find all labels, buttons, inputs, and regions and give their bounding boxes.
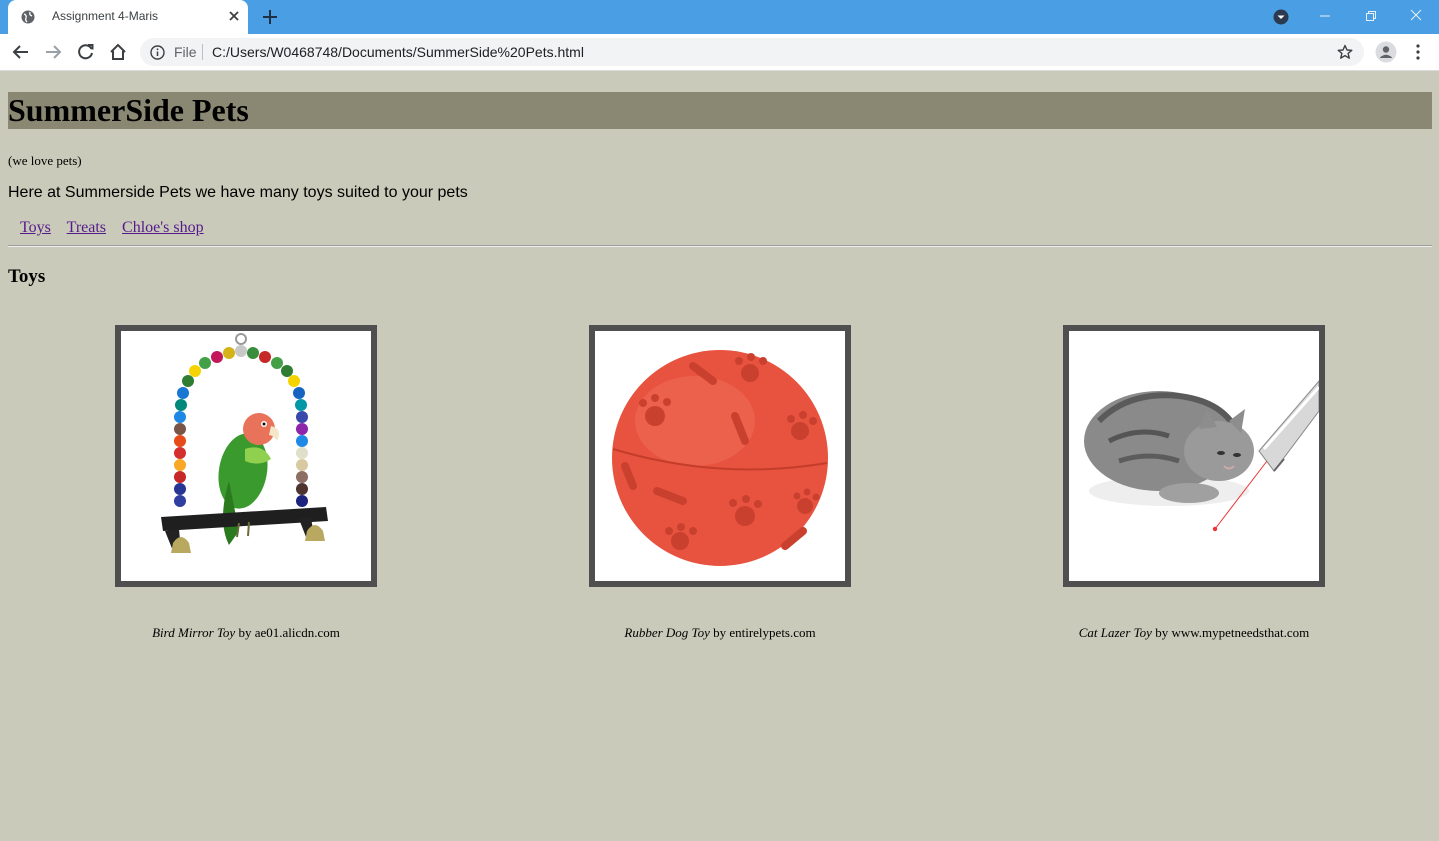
product-name: Rubber Dog Toy — [624, 625, 710, 640]
product-image-cat-toy — [1063, 325, 1325, 587]
close-tab-icon[interactable] — [226, 8, 242, 24]
more-menu-icon[interactable] — [1413, 43, 1423, 61]
tagline: (we love pets) — [8, 153, 82, 168]
account-icon[interactable] — [1375, 41, 1397, 63]
file-scheme-label: File — [174, 44, 197, 60]
product-image-dog-toy — [589, 325, 851, 587]
info-icon[interactable] — [150, 45, 165, 60]
product-image-bird-toy — [115, 325, 377, 587]
section-title: Toys — [8, 266, 46, 287]
tab-title: Assignment 4-Maris — [52, 9, 159, 23]
window-close-icon[interactable] — [1409, 8, 1423, 22]
nav-link-treats[interactable]: Treats — [67, 219, 106, 236]
globe-icon — [21, 10, 35, 24]
tab-search-icon[interactable] — [1273, 9, 1289, 25]
parrot-swing-image — [121, 331, 371, 581]
address-separator — [202, 44, 203, 60]
nav-link-toys[interactable]: Toys — [20, 219, 51, 236]
url-text[interactable]: C:/Users/W0468748/Documents/SummerSide%2… — [212, 44, 584, 60]
product-source: www.mypetneedsthat.com — [1171, 625, 1310, 640]
by-label: by — [238, 625, 252, 640]
browser-toolbar: File C:/Users/W0468748/Documents/SummerS… — [0, 34, 1439, 71]
horizontal-rule — [8, 245, 1432, 247]
restore-icon[interactable] — [1364, 9, 1378, 23]
page-header: SummerSide Pets — [8, 92, 1432, 129]
cat-laser-image — [1069, 331, 1319, 581]
bookmark-star-icon[interactable] — [1337, 44, 1353, 60]
forward-arrow-icon[interactable] — [44, 43, 62, 61]
address-bar[interactable]: File C:/Users/W0468748/Documents/SummerS… — [140, 38, 1364, 66]
browser-tab-strip: Assignment 4-Maris — [0, 0, 1439, 34]
caption-dog-toy: Rubber Dog Toy by entirelypets.com — [570, 625, 870, 641]
page-content: SummerSide Pets (we love pets) Here at S… — [0, 71, 1439, 841]
minimize-icon[interactable] — [1318, 9, 1332, 23]
product-source: ae01.alicdn.com — [254, 625, 340, 640]
caption-bird-toy: Bird Mirror Toy by ae01.alicdn.com — [96, 625, 396, 641]
site-nav: Toys Treats Chloe's shop — [20, 219, 216, 237]
new-tab-icon[interactable] — [261, 8, 279, 26]
page-title: SummerSide Pets — [8, 92, 249, 128]
home-icon[interactable] — [109, 43, 127, 61]
nav-link-chloes-shop[interactable]: Chloe's shop — [122, 219, 204, 236]
product-source: entirelypets.com — [729, 625, 816, 640]
intro-text: Here at Summerside Pets we have many toy… — [8, 184, 468, 201]
product-name: Cat Lazer Toy — [1078, 625, 1152, 640]
back-arrow-icon[interactable] — [12, 43, 30, 61]
reload-icon[interactable] — [77, 43, 95, 61]
product-name: Bird Mirror Toy — [152, 625, 236, 640]
by-label: by — [1155, 625, 1169, 640]
by-label: by — [713, 625, 727, 640]
rubber-ball-image — [595, 331, 845, 581]
caption-cat-toy: Cat Lazer Toy by www.mypetneedsthat.com — [1044, 625, 1344, 641]
browser-tab[interactable]: Assignment 4-Maris — [8, 0, 248, 34]
